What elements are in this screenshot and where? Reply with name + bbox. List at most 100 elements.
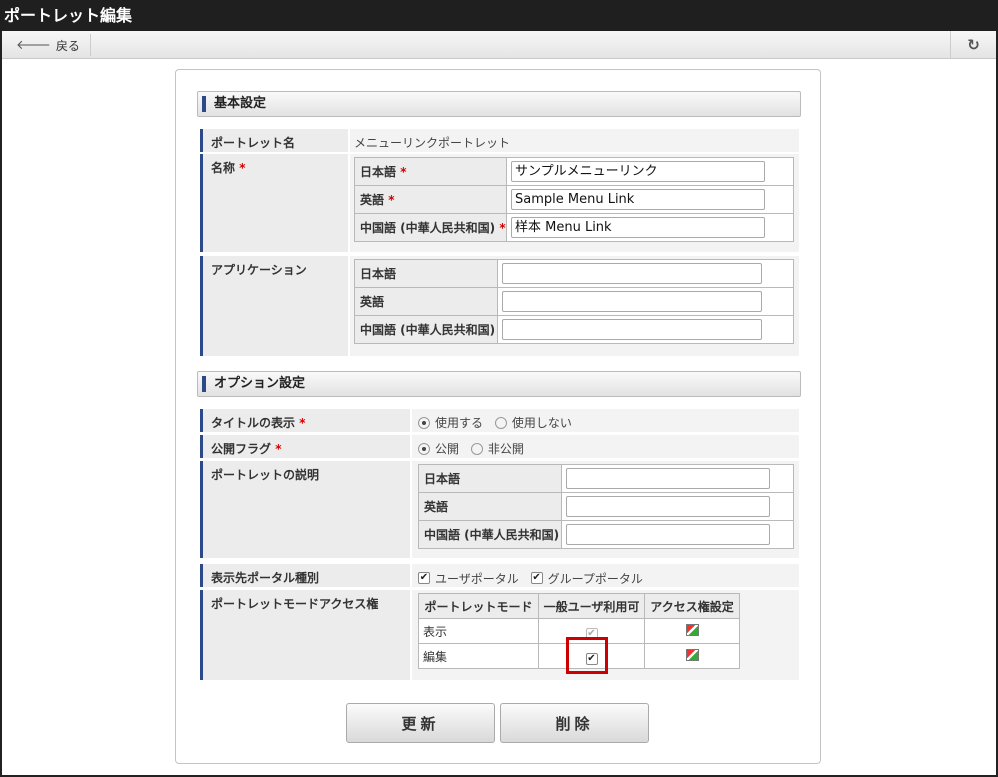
lang-label-ja: 日本語 — [418, 464, 562, 493]
toolbar: 🡐 戻る ↻ — [2, 31, 996, 59]
portal-type-options: ✔ ユーザポータル ✔ グループポータル — [412, 564, 799, 587]
radio-dot — [470, 442, 483, 455]
application-lang-table: 日本語 英語 中国語 (中華人民共和国) — [354, 259, 794, 344]
required-mark: * — [275, 442, 282, 456]
access-setting-icon[interactable] — [685, 648, 699, 661]
update-button[interactable]: 更新 — [346, 703, 495, 743]
lang-text: 中国語 (中華人民共和国) — [360, 221, 496, 235]
description-cell-ja — [561, 464, 794, 493]
row-description: ポートレットの説明 日本語 英語 中国語 (中華人民共和国) — [200, 461, 799, 558]
radio-dot — [418, 416, 430, 429]
name-input-ja[interactable]: サンプルメニューリンク — [511, 161, 765, 182]
header-mode: ポートレットモード — [418, 593, 539, 619]
name-row-en: 英語 * Sample Menu Link — [354, 185, 794, 214]
name-cell-zh: 样本 Menu Link — [506, 213, 794, 242]
description-label: ポートレットの説明 — [200, 461, 410, 558]
application-row-zh: 中国語 (中華人民共和国) — [354, 315, 794, 344]
radio-private[interactable]: 非公開 — [470, 440, 524, 457]
radio-public[interactable]: 公開 — [418, 440, 459, 457]
publish-flag-label: 公開フラグ * — [200, 435, 410, 458]
row-title-display: タイトルの表示 * 使用する 使用しない — [200, 409, 799, 432]
delete-button[interactable]: 削除 — [500, 703, 649, 743]
row-mode-access: ポートレットモードアクセス権 ポートレットモード 一般ユーザ利用可 アクセス権設… — [200, 590, 799, 680]
publish-flag-options: 公開 非公開 — [412, 435, 799, 458]
lang-text: 日本語 — [360, 165, 397, 179]
checkbox-label: グループポータル — [547, 571, 643, 586]
checkbox-checked-icon: ✔ — [418, 572, 430, 584]
header-general-user: 一般ユーザ利用可 — [538, 593, 645, 619]
checkbox-user-portal[interactable]: ✔ ユーザポータル — [418, 570, 519, 587]
radio-title-use[interactable]: 使用する — [418, 414, 483, 431]
edit-panel: 基本設定 ポートレット名 メニューリンクポートレット 名称 * 日本語 * サン… — [175, 69, 821, 764]
application-row-ja: 日本語 — [354, 259, 794, 288]
name-lang-table: 日本語 * サンプルメニューリンク 英語 * Sample Menu Link … — [354, 157, 794, 242]
application-row-en: 英語 — [354, 287, 794, 316]
access-setting-icon[interactable] — [685, 623, 699, 636]
publish-flag-label-text: 公開フラグ — [211, 442, 272, 456]
name-row-ja: 日本語 * サンプルメニューリンク — [354, 157, 794, 186]
description-row-en: 英語 — [418, 492, 794, 521]
radio-label: 公開 — [435, 442, 460, 456]
radio-label: 使用する — [435, 416, 484, 430]
reload-icon: ↻ — [967, 36, 980, 54]
mode-table-header: ポートレットモード 一般ユーザ利用可 アクセス権設定 — [418, 593, 740, 619]
name-label: 名称 * — [200, 154, 348, 252]
reload-button[interactable]: ↻ — [950, 31, 996, 59]
lang-label-en: 英語 * — [354, 185, 507, 214]
required-mark: * — [388, 193, 395, 207]
portal-type-label: 表示先ポータル種別 — [200, 564, 410, 587]
application-cell-zh — [497, 315, 794, 344]
description-input-en[interactable] — [566, 496, 770, 517]
lang-label-zh: 中国語 (中華人民共和国) — [354, 315, 498, 344]
section-basic-settings: 基本設定 — [197, 91, 801, 117]
name-input-en[interactable]: Sample Menu Link — [511, 189, 765, 210]
radio-label: 非公開 — [487, 442, 524, 456]
lang-text: 英語 — [360, 193, 385, 207]
back-button[interactable]: 🡐 戻る — [10, 34, 91, 56]
row-portal-type: 表示先ポータル種別 ✔ ユーザポータル ✔ グループポータル — [200, 564, 799, 587]
description-cell-en — [561, 492, 794, 521]
application-cell-en — [497, 287, 794, 316]
header-access-setting: アクセス権設定 — [644, 593, 740, 619]
lang-label-zh: 中国語 (中華人民共和国) * — [354, 213, 507, 242]
checkbox-group-portal[interactable]: ✔ グループポータル — [530, 570, 643, 587]
application-values: 日本語 英語 中国語 (中華人民共和国) — [350, 256, 799, 356]
application-input-en[interactable] — [502, 291, 762, 312]
radio-label: 使用しない — [511, 416, 572, 430]
lang-label-ja: 日本語 * — [354, 157, 507, 186]
row-portlet-name: ポートレット名 メニューリンクポートレット — [200, 129, 799, 152]
application-input-ja[interactable] — [502, 263, 762, 284]
required-mark: * — [239, 161, 246, 175]
mode-name: 編集 — [418, 643, 539, 669]
description-lang-table: 日本語 英語 中国語 (中華人民共和国) — [418, 464, 794, 549]
name-cell-en: Sample Menu Link — [506, 185, 794, 214]
title-display-options: 使用する 使用しない — [412, 409, 799, 432]
row-name: 名称 * 日本語 * サンプルメニューリンク 英語 * Sample Menu … — [200, 154, 799, 252]
arrow-left-icon: 🡐 — [16, 38, 51, 53]
mode-name: 表示 — [418, 618, 539, 644]
checkbox-label: ユーザポータル — [435, 571, 519, 586]
application-input-zh[interactable] — [502, 319, 762, 340]
name-values: 日本語 * サンプルメニューリンク 英語 * Sample Menu Link … — [350, 154, 799, 252]
description-input-zh[interactable] — [566, 524, 770, 545]
mode-access-label: ポートレットモードアクセス権 — [200, 590, 410, 680]
row-application: アプリケーション 日本語 英語 中国語 (中華人民共和国) — [200, 256, 799, 356]
section-option-settings: オプション設定 — [197, 371, 801, 397]
access-setting-cell — [644, 618, 740, 644]
lang-label-ja: 日本語 — [354, 259, 498, 288]
name-label-text: 名称 — [211, 161, 236, 175]
description-row-ja: 日本語 — [418, 464, 794, 493]
lang-label-en: 英語 — [354, 287, 498, 316]
portlet-name-value: メニューリンクポートレット — [350, 129, 799, 152]
description-input-ja[interactable] — [566, 468, 770, 489]
portlet-name-label: ポートレット名 — [200, 129, 348, 152]
name-input-zh[interactable]: 样本 Menu Link — [511, 217, 765, 238]
radio-title-nouse[interactable]: 使用しない — [494, 414, 572, 431]
description-cell-zh — [561, 520, 794, 549]
title-display-label-text: タイトルの表示 — [211, 416, 296, 430]
row-publish-flag: 公開フラグ * 公開 非公開 — [200, 435, 799, 458]
lang-label-en: 英語 — [418, 492, 562, 521]
description-row-zh: 中国語 (中華人民共和国) — [418, 520, 794, 549]
required-mark: * — [400, 165, 407, 179]
name-row-zh: 中国語 (中華人民共和国) * 样本 Menu Link — [354, 213, 794, 242]
